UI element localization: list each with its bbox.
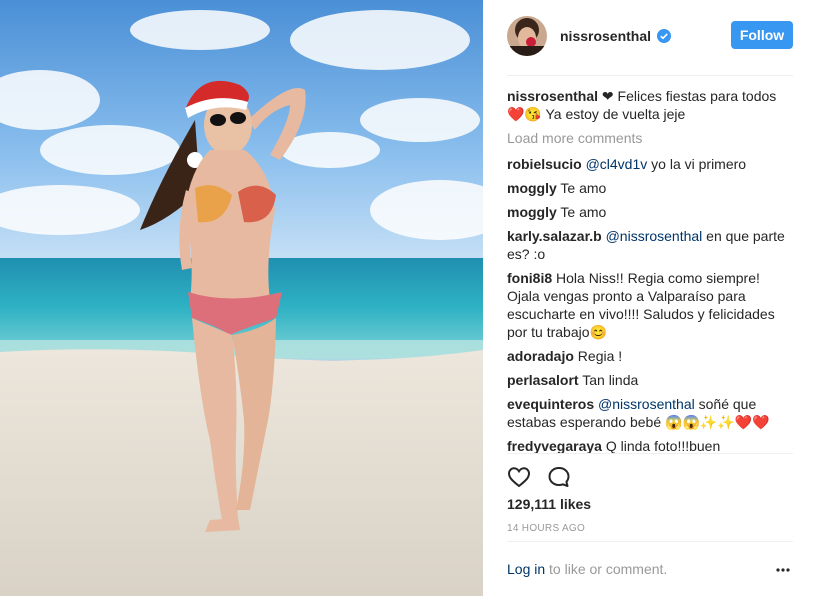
comment-item: fredyvegaraya Q linda foto!!!buen xyxy=(507,437,793,454)
post-actions xyxy=(507,463,587,491)
comment-username[interactable]: moggly xyxy=(507,204,557,220)
comment-username[interactable]: adoradajo xyxy=(507,348,574,364)
heart-icon[interactable] xyxy=(507,465,531,489)
comment-text: Tan linda xyxy=(582,372,639,388)
likes-count[interactable]: 129,111 likes xyxy=(507,496,591,512)
comment-bubble-icon[interactable] xyxy=(547,465,571,489)
comment-username[interactable]: robielsucio xyxy=(507,156,582,172)
comment-item: karly.salazar.b @nissrosenthal en que pa… xyxy=(507,227,793,263)
comment-username[interactable]: fredyvegaraya xyxy=(507,438,602,454)
comment-item: moggly Te amo xyxy=(507,179,793,197)
instagram-post-modal: nissrosenthal Follow nissrosenthal ❤ Fel… xyxy=(0,0,817,596)
follow-button[interactable]: Follow xyxy=(731,21,793,49)
login-prompt-text: to like or comment. xyxy=(545,561,668,577)
login-prompt: Log in to like or comment. xyxy=(507,561,667,577)
comment-username[interactable]: karly.salazar.b xyxy=(507,228,602,244)
comment-item: robielsucio @cl4vd1v yo la vi primero xyxy=(507,155,793,173)
header-divider xyxy=(507,75,793,76)
load-more-comments-button[interactable]: Load more comments xyxy=(507,129,793,147)
more-options-icon[interactable] xyxy=(775,562,791,578)
comment-username[interactable]: foni8i8 xyxy=(507,270,552,286)
caption-username[interactable]: nissrosenthal xyxy=(507,88,598,104)
comment-item: perlasalort Tan linda xyxy=(507,371,793,389)
avatar-image xyxy=(507,16,547,56)
beach-photo-illustration xyxy=(0,0,483,596)
comment-text: Te amo xyxy=(560,180,607,196)
caption: nissrosenthal ❤ Felices fiestas para tod… xyxy=(507,87,793,123)
comment-mention[interactable]: @nissrosenthal xyxy=(598,396,695,412)
comment-text: yo la vi primero xyxy=(647,156,747,172)
comment-item: adoradajo Regia ! xyxy=(507,347,793,365)
post-side-panel: nissrosenthal Follow nissrosenthal ❤ Fel… xyxy=(483,0,817,596)
comment-text: Regia ! xyxy=(577,348,623,364)
author-username[interactable]: nissrosenthal xyxy=(560,28,672,44)
verified-badge-icon xyxy=(657,29,672,43)
post-header: nissrosenthal Follow xyxy=(507,16,793,56)
avatar[interactable] xyxy=(507,16,547,56)
login-link[interactable]: Log in xyxy=(507,561,545,577)
comment-text: Te amo xyxy=(560,204,607,220)
comment-text: Q linda foto!!!buen xyxy=(605,438,721,454)
comment-username[interactable]: evequinteros xyxy=(507,396,594,412)
comment-username[interactable]: moggly xyxy=(507,180,557,196)
post-timestamp[interactable]: 14 HOURS AGO xyxy=(507,523,585,534)
comment-mention[interactable]: @cl4vd1v xyxy=(586,156,648,172)
comment-mention[interactable]: @nissrosenthal xyxy=(606,228,703,244)
author-username-text[interactable]: nissrosenthal xyxy=(560,28,651,44)
post-photo[interactable] xyxy=(0,0,483,596)
comment-item: evequinteros @nissrosenthal soñé que est… xyxy=(507,395,793,431)
comments-list: nissrosenthal ❤ Felices fiestas para tod… xyxy=(507,87,793,454)
footer-divider xyxy=(507,541,793,542)
comment-item: foni8i8 Hola Niss!! Regia como siempre! … xyxy=(507,269,793,341)
comments-divider xyxy=(507,453,793,454)
comment-item: moggly Te amo xyxy=(507,203,793,221)
comment-username[interactable]: perlasalort xyxy=(507,372,579,388)
